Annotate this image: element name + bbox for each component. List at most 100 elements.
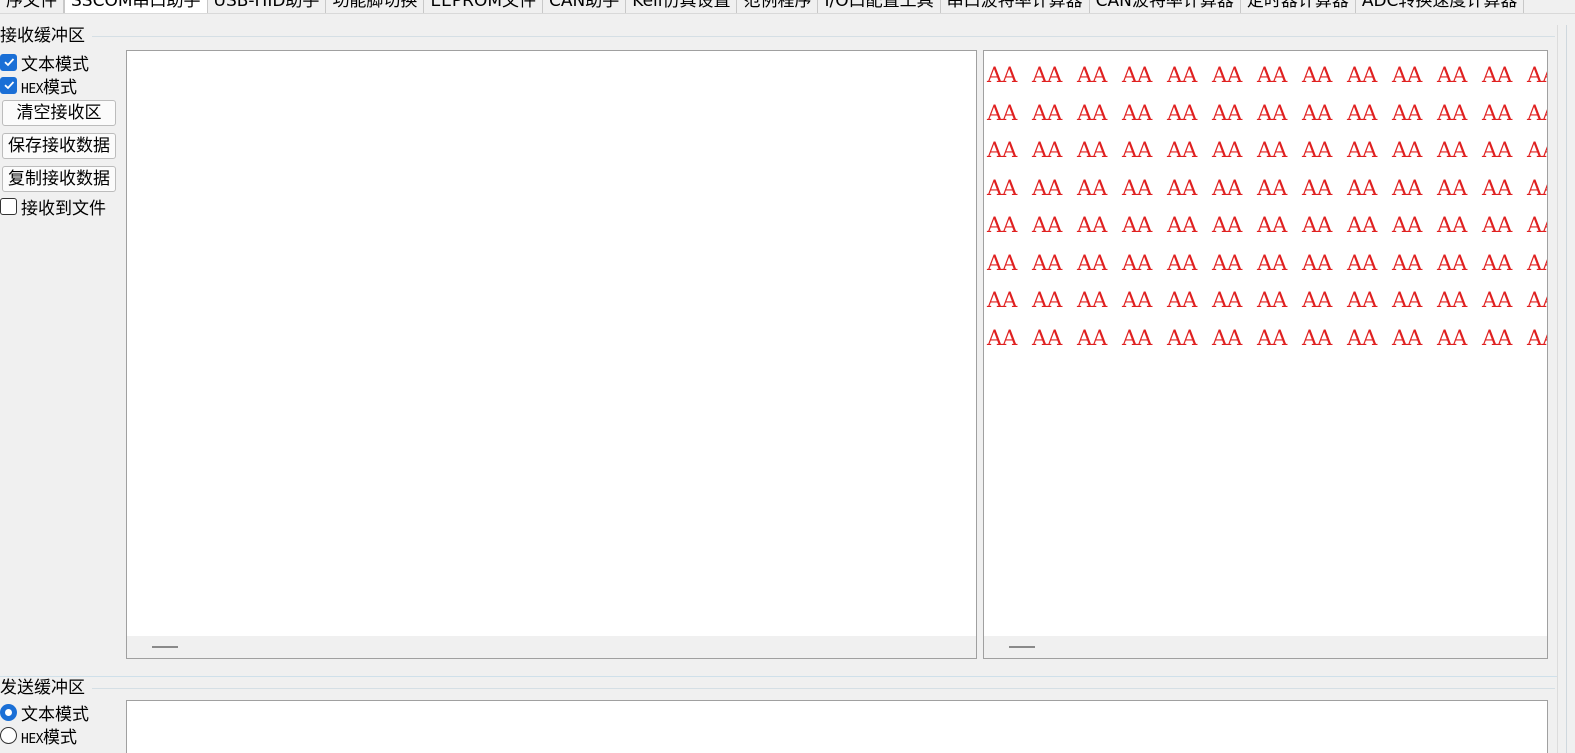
hex-byte: AA [1167, 63, 1198, 87]
hex-byte: AA [987, 100, 1018, 125]
hex-byte: AA [987, 288, 1018, 312]
hex-byte: AA [1437, 175, 1468, 200]
hex-byte: AA [1392, 288, 1423, 312]
receive-hex-data: AA AA AA AA AA AA AA AA AA AA AA AA A A A A A A A A A A A A A A A A… [987, 57, 1547, 358]
send-text-input[interactable] [126, 700, 1548, 753]
receive-text-mode-label: 文本模式 [21, 54, 89, 75]
hex-byte: AA [1032, 213, 1063, 237]
hex-byte: AA [1257, 138, 1288, 162]
receive-text-pane[interactable] [126, 50, 977, 659]
tab-8[interactable]: I/O口配置工具 [818, 0, 941, 13]
hex-byte: AA [1257, 175, 1288, 200]
hex-byte: AA [1527, 213, 1547, 237]
receive-text-hscrollbar[interactable] [127, 636, 976, 658]
hex-byte: AA [1122, 250, 1153, 275]
hex-byte: AA [1302, 100, 1333, 125]
scroll-thumb[interactable] [1009, 646, 1035, 648]
hex-byte: AA [1527, 100, 1547, 125]
hex-byte: AA [1347, 175, 1378, 200]
receive-hex-pane[interactable]: AA AA AA AA AA AA AA AA AA AA AA AA A A A A A A A A A A A A A A A A… [983, 50, 1548, 659]
hex-byte: AA [1302, 325, 1333, 350]
hex-byte: AA [987, 63, 1018, 87]
receive-to-file-checkbox[interactable]: 接收到文件 [0, 195, 106, 219]
hex-byte: AA [1212, 213, 1243, 237]
hex-byte: AA [1527, 250, 1547, 275]
checkbox-checked-icon [0, 53, 17, 71]
hex-byte: AA [1437, 63, 1468, 87]
hex-byte: AA [1032, 325, 1063, 350]
hex-byte: AA [1077, 288, 1108, 312]
hex-byte: AA [1122, 175, 1153, 200]
hex-byte: AA [1122, 288, 1153, 312]
hex-byte: AA [1302, 138, 1333, 162]
receive-text-mode-checkbox[interactable]: 文本模式 [0, 51, 89, 75]
send-text-mode-label: 文本模式 [21, 704, 89, 725]
hex-byte: AA [1392, 138, 1423, 162]
checkbox-unchecked-icon [0, 197, 17, 215]
hex-byte: AA [1437, 100, 1468, 125]
hex-row: AA AA AA AA AA AA AA AA AA AA AA AA AA [987, 57, 1547, 95]
tab-1[interactable]: SSCOM串口助手 [64, 0, 208, 13]
hex-byte: AA [1077, 100, 1108, 125]
hex-byte: AA [1077, 213, 1108, 237]
hex-row: AA AA AA AA AA AA AA AA AA AA AA AA AA [987, 132, 1547, 170]
hex-byte: AA [1212, 250, 1243, 275]
hex-byte: AA [1212, 325, 1243, 350]
hex-byte: AA [1482, 63, 1513, 87]
copy-receive-data-button[interactable]: 复制接收数据 [2, 166, 116, 192]
receive-group-border [92, 36, 1555, 37]
hex-byte: AA [1392, 325, 1423, 350]
clear-receive-button[interactable]: 清空接收区 [2, 100, 116, 126]
splitter-line [0, 676, 1557, 677]
hex-byte: AA [1437, 325, 1468, 350]
receive-hex-hscrollbar[interactable] [984, 636, 1547, 658]
hex-byte: AA [1302, 213, 1333, 237]
hex-byte: AA [1077, 175, 1108, 200]
hex-byte: AA [1482, 288, 1513, 312]
hex-byte: AA [1437, 288, 1468, 312]
tab-2[interactable]: USB-HID助手 [207, 0, 327, 13]
hex-byte: AA [1392, 100, 1423, 125]
hex-byte: AA [1257, 250, 1288, 275]
hex-row: AA AA AA AA AA AA AA AA AA AA AA AA AA [987, 320, 1547, 358]
receive-hex-mode-checkbox[interactable]: HEX模式 [0, 74, 77, 98]
hex-byte: AA [1122, 63, 1153, 87]
hex-byte: AA [1437, 213, 1468, 237]
receive-hex-mode-label: HEX模式 [21, 77, 77, 98]
hex-byte: AA [1032, 63, 1063, 87]
hex-byte: AA [1032, 288, 1063, 312]
hex-row: AA AA AA AA AA AA AA AA AA AA AA AA AA [987, 95, 1547, 133]
send-text-mode-radio[interactable]: 文本模式 [0, 701, 89, 725]
tab-11[interactable]: 定时器计算器 [1240, 0, 1356, 13]
hex-byte: AA [1032, 138, 1063, 162]
hex-byte: AA [1392, 213, 1423, 237]
hex-byte: AA [1122, 138, 1153, 162]
tab-9[interactable]: 串口波特率计算器 [940, 0, 1090, 13]
tab-12[interactable]: ADC转换速度计算器 [1355, 0, 1525, 13]
hex-byte: AA [1032, 100, 1063, 125]
save-receive-data-button[interactable]: 保存接收数据 [2, 133, 116, 159]
hex-byte: AA [1212, 138, 1243, 162]
hex-byte: AA [1077, 63, 1108, 87]
hex-byte: AA [1482, 213, 1513, 237]
tab-5[interactable]: CAN助手 [543, 0, 627, 13]
tab-6[interactable]: Keil仿真设置 [626, 0, 738, 13]
hex-byte: AA [1212, 288, 1243, 312]
hex-byte: AA [1122, 325, 1153, 350]
tab-3[interactable]: 功能脚切换 [326, 0, 425, 13]
tab-4[interactable]: EEPROM文件 [424, 0, 544, 13]
radio-unselected-icon [0, 726, 17, 744]
tab-7[interactable]: 范例程序 [737, 0, 819, 13]
hex-row: AA AA AA AA AA AA AA AA AA AA AA AA AA [987, 245, 1547, 283]
hex-byte: AA [987, 138, 1018, 162]
hex-byte: AA [1257, 63, 1288, 87]
tab-10[interactable]: CAN波特率计算器 [1089, 0, 1241, 13]
scroll-thumb[interactable] [152, 646, 178, 648]
send-hex-mode-radio[interactable]: HEX模式 [0, 724, 77, 748]
hex-byte: AA [1302, 175, 1333, 200]
hex-byte: AA [1347, 325, 1378, 350]
tab-0[interactable]: 序文件 [0, 0, 64, 13]
hex-byte: AA [1347, 250, 1378, 275]
hex-byte: AA [1527, 138, 1547, 162]
hex-row: AA AA AA AA AA AA AA AA AA AA AA AA AA [987, 207, 1547, 245]
